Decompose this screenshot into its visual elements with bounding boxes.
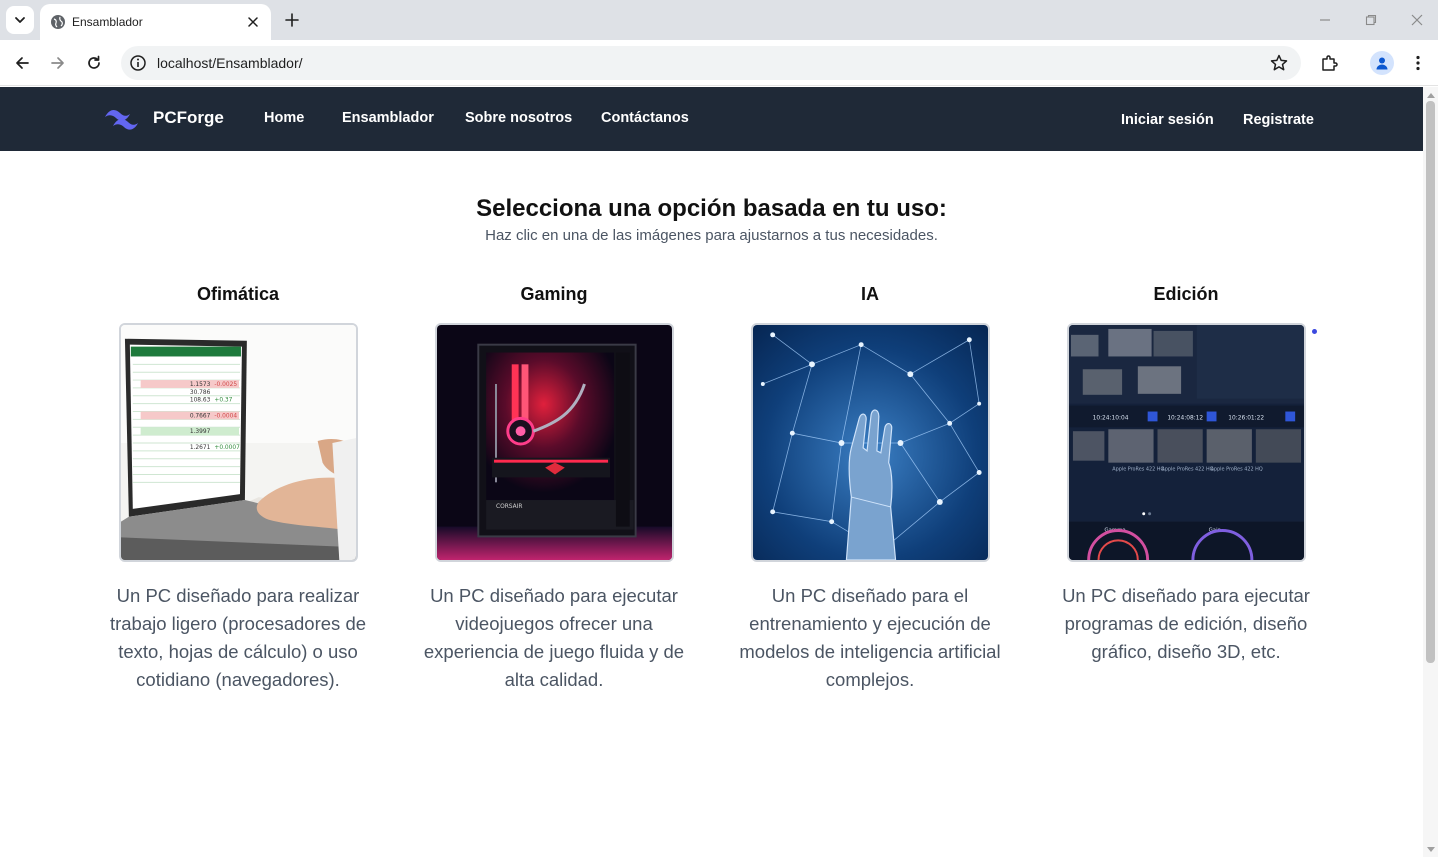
svg-text:+0.37: +0.37	[214, 398, 232, 404]
chevron-down-icon	[15, 17, 25, 23]
info-icon[interactable]	[129, 54, 147, 72]
svg-text:Apple ProRes 422 HQ: Apple ProRes 422 HQ	[1161, 467, 1213, 473]
svg-text:10:24:10:04: 10:24:10:04	[1093, 415, 1129, 421]
bookmark-star-icon[interactable]	[1269, 53, 1289, 73]
option-card-ia: IA Un PC diseñado para el entrenamiento …	[720, 283, 1020, 690]
svg-text:1.2671: 1.2671	[190, 445, 211, 451]
browser-menu-icon[interactable]	[1404, 49, 1432, 77]
svg-text:1.3997: 1.3997	[190, 429, 211, 435]
close-tab-icon[interactable]	[243, 12, 263, 32]
svg-text:30.786: 30.786	[190, 390, 211, 396]
focus-indicator-dot	[1312, 329, 1317, 334]
url-text[interactable]: localhost/Ensamblador/	[157, 54, 303, 72]
browser-tab-active[interactable]: Ensamblador	[40, 4, 271, 40]
svg-text:CORSAIR: CORSAIR	[496, 504, 522, 510]
svg-text:-0.0004: -0.0004	[214, 413, 237, 419]
site-navbar: PCForge Home Ensamblador Sobre nosotros …	[0, 87, 1423, 151]
laptop-spreadsheet-illustration: -0.0025 -0.0004 +0.37 +0.0007 1.1573 30.…	[121, 325, 356, 560]
page-subtitle: Haz clic en una de las imágenes para aju…	[485, 227, 938, 244]
register-link[interactable]: Registrate	[1243, 110, 1314, 130]
login-link[interactable]: Iniciar sesión	[1121, 110, 1214, 130]
nav-link-home[interactable]: Home	[264, 108, 304, 128]
svg-text:+0.0007: +0.0007	[214, 445, 240, 451]
option-description: Un PC diseñado para ejecutar videojuegos…	[423, 585, 685, 690]
svg-text:0.7667: 0.7667	[190, 413, 211, 419]
page-scrollbar[interactable]	[1423, 87, 1438, 857]
option-card-gaming: Gaming CORSAIR Un PC diseñado para ejecu…	[404, 283, 704, 690]
forward-arrow-icon[interactable]	[44, 49, 72, 77]
svg-text:108.63: 108.63	[190, 398, 211, 404]
svg-text:1.1573: 1.1573	[190, 382, 211, 388]
minimize-icon[interactable]	[1313, 8, 1337, 32]
scroll-down-arrow-icon[interactable]	[1426, 845, 1435, 854]
option-description: Un PC diseñado para ejecutar programas d…	[1062, 585, 1310, 662]
option-title: Ofimática	[196, 284, 280, 304]
option-title: Edición	[1153, 284, 1219, 304]
back-arrow-icon[interactable]	[8, 49, 36, 77]
option-image-ia[interactable]	[751, 323, 990, 562]
brand[interactable]: PCForge	[104, 106, 224, 130]
browser-tabstrip: Ensamblador	[0, 0, 1438, 40]
extensions-icon[interactable]	[1315, 49, 1343, 77]
svg-text:-0.0025: -0.0025	[214, 382, 237, 388]
address-bar[interactable]: localhost/Ensamblador/	[121, 46, 1301, 80]
nav-link-ensamblador[interactable]: Ensamblador	[342, 108, 434, 128]
scroll-thumb[interactable]	[1426, 101, 1435, 663]
nav-link-contactanos[interactable]: Contáctanos	[601, 108, 689, 128]
option-image-gaming[interactable]: CORSAIR	[435, 323, 674, 562]
svg-text:Apple ProRes 422 HQ: Apple ProRes 422 HQ	[1112, 467, 1164, 473]
option-card-edicion: Edición 10:24:10:04 10:24:08:12 10:26:01…	[1036, 283, 1336, 662]
option-image-edicion[interactable]: 10:24:10:04 10:24:08:12 10:26:01:22 Appl…	[1067, 323, 1306, 562]
page-viewport: PCForge Home Ensamblador Sobre nosotros …	[0, 87, 1423, 857]
new-tab-icon[interactable]	[280, 8, 304, 32]
svg-text:Apple ProRes 422 HQ: Apple ProRes 422 HQ	[1211, 467, 1263, 473]
reload-icon[interactable]	[80, 49, 108, 77]
brand-name[interactable]: PCForge	[153, 106, 224, 130]
nav-link-sobre-nosotros[interactable]: Sobre nosotros	[465, 108, 572, 128]
option-title: Gaming	[520, 284, 588, 304]
page-title: Selecciona una opción basada en tu uso:	[476, 195, 947, 222]
close-window-icon[interactable]	[1405, 8, 1429, 32]
gaming-pc-illustration: CORSAIR	[437, 325, 672, 560]
video-editing-illustration: 10:24:10:04 10:24:08:12 10:26:01:22 Appl…	[1069, 325, 1304, 560]
restore-icon[interactable]	[1359, 8, 1383, 32]
option-title: IA	[861, 284, 879, 304]
option-description: Un PC diseñado para el entrenamiento y e…	[739, 585, 1001, 690]
option-card-ofimatica: Ofimática -0.0025 -0.0004 +0.37 +0.0007 …	[88, 283, 388, 690]
svg-text:10:24:08:12: 10:24:08:12	[1167, 415, 1203, 421]
tab-search-button[interactable]	[6, 6, 34, 34]
globe-icon	[51, 15, 65, 29]
browser-toolbar: localhost/Ensamblador/	[0, 40, 1438, 86]
tab-title: Ensamblador	[72, 15, 143, 29]
brand-logo-icon	[105, 109, 138, 130]
svg-text:10:26:01:22: 10:26:01:22	[1228, 415, 1264, 421]
scroll-up-arrow-icon[interactable]	[1426, 90, 1435, 99]
profile-avatar-icon[interactable]	[1370, 51, 1394, 75]
option-description: Un PC diseñado para realizar trabajo lig…	[109, 585, 367, 690]
ai-robot-hand-illustration	[753, 325, 988, 560]
option-image-ofimatica[interactable]: -0.0025 -0.0004 +0.37 +0.0007 1.1573 30.…	[119, 323, 358, 562]
